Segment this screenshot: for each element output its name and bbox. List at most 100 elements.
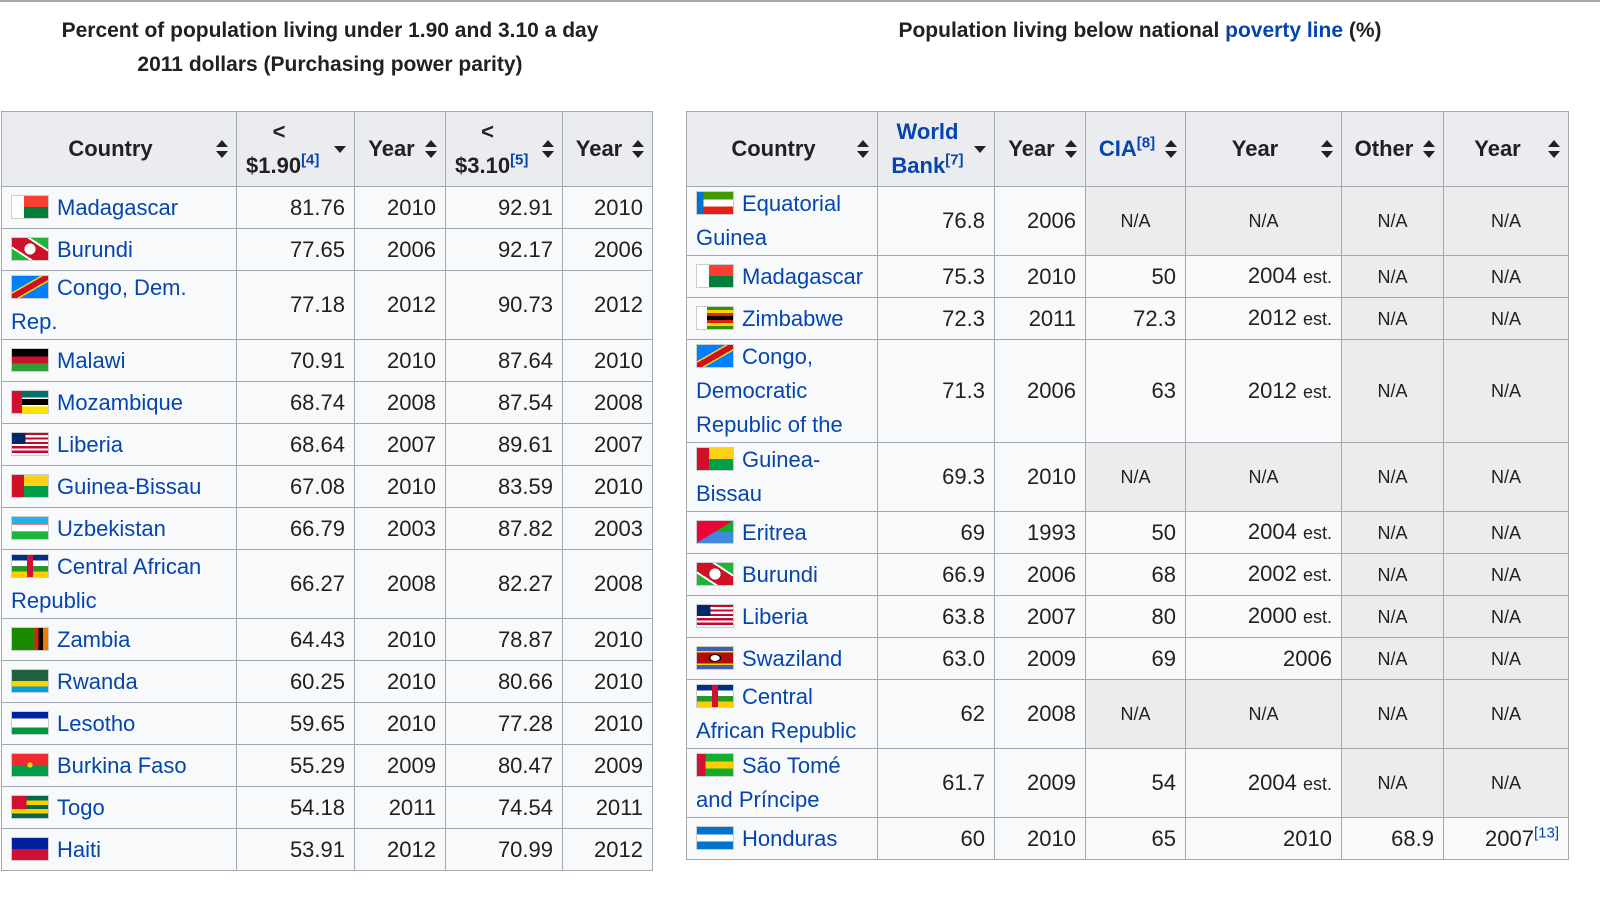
col-world-bank-header[interactable]: World Bank[7]: [877, 111, 995, 187]
ref-7-link[interactable]: [7]: [945, 152, 963, 169]
country-cell: Congo, Democratic Republic of the: [686, 339, 878, 443]
country-link[interactable]: Togo: [57, 795, 105, 820]
table-row: Haiti 53.91 2012 70.99 2012: [1, 828, 653, 871]
col-year2-header[interactable]: Year: [1185, 111, 1342, 187]
under-310-value: 92.91: [445, 186, 563, 229]
country-link[interactable]: Lesotho: [57, 711, 135, 736]
country-link[interactable]: Burundi: [742, 562, 818, 587]
country-link[interactable]: Zambia: [57, 627, 130, 652]
col-country-header[interactable]: Country: [686, 111, 878, 187]
sort-icon[interactable]: [632, 140, 644, 158]
ref-link[interactable]: [13]: [1534, 824, 1559, 841]
haiti-flag-icon: [11, 836, 49, 861]
col-year3-header[interactable]: Year: [1443, 111, 1569, 187]
year-value: 2010: [354, 660, 446, 703]
central-african-republic-flag-icon: [696, 684, 734, 708]
country-cell: Uzbekistan: [1, 507, 237, 550]
lesotho-flag-icon: [11, 710, 49, 735]
table-row: Burundi 66.9 2006 68 2002 est. N/A N/A: [686, 553, 1569, 596]
country-link[interactable]: Rwanda: [57, 669, 138, 694]
sort-icon[interactable]: [1165, 140, 1177, 158]
world-bank-value: 69: [877, 511, 995, 554]
other-year-value: N/A: [1443, 297, 1569, 340]
cia-link[interactable]: CIA: [1099, 136, 1137, 161]
country-link[interactable]: Burundi: [57, 237, 133, 262]
cia-value: 69: [1085, 637, 1186, 680]
country-link[interactable]: Mozambique: [57, 390, 183, 415]
cia-value: N/A: [1085, 442, 1186, 512]
col-under-190-header[interactable]: < $1.90[4]: [236, 111, 355, 187]
col-year1-header[interactable]: Year: [994, 111, 1086, 187]
world-bank-link[interactable]: World: [897, 119, 959, 144]
guinea-bissau-flag-icon: [696, 447, 734, 471]
year-value: 2006: [994, 553, 1086, 596]
country-cell: Haiti: [1, 828, 237, 871]
col-country-header[interactable]: Country: [1, 111, 237, 187]
year-value: 2007: [354, 423, 446, 466]
country-link[interactable]: Liberia: [57, 432, 123, 457]
country-link[interactable]: Burkina Faso: [57, 753, 187, 778]
world-bank-link-2[interactable]: Bank: [891, 153, 945, 178]
country-link[interactable]: Eritrea: [742, 520, 807, 545]
year-value: 2008: [994, 679, 1086, 749]
ref-5-link[interactable]: [5]: [510, 152, 528, 169]
sort-icon[interactable]: [1065, 140, 1077, 158]
col-other-header[interactable]: Other: [1341, 111, 1444, 187]
table-row: Equatorial Guinea 76.8 2006 N/A N/A N/A N/A: [686, 186, 1569, 256]
country-link[interactable]: Guinea-Bissau: [57, 474, 201, 499]
year-value: 2009: [994, 637, 1086, 680]
country-link[interactable]: Liberia: [742, 604, 808, 629]
country-link[interactable]: Malawi: [57, 348, 125, 373]
ref-8-link[interactable]: [8]: [1137, 135, 1155, 152]
poverty-line-link[interactable]: poverty line: [1225, 19, 1343, 42]
cia-year: 2006: [1283, 645, 1332, 671]
togo-flag-icon: [11, 794, 49, 819]
country-link[interactable]: Haiti: [57, 837, 101, 862]
burundi-flag-icon: [696, 561, 734, 586]
other-value: N/A: [1341, 339, 1444, 443]
country-link[interactable]: Uzbekistan: [57, 516, 166, 541]
table-row: Zimbabwe 72.3 2011 72.3 2012 est. N/A N/A: [686, 297, 1569, 340]
col-year1-header[interactable]: Year: [354, 111, 446, 187]
right-table-caption: Population living below national poverty…: [700, 14, 1580, 48]
sort-icon[interactable]: [1423, 140, 1435, 158]
country-cell: Zambia: [1, 618, 237, 661]
other-value: N/A: [1341, 186, 1444, 256]
left-table-caption: Percent of population living under 1.90 …: [0, 14, 660, 82]
sort-icon[interactable]: [425, 140, 437, 158]
estimate-label: est.: [1302, 267, 1332, 287]
sort-icon[interactable]: [542, 140, 554, 158]
world-bank-value: 60: [877, 817, 995, 860]
madagascar-flag-icon: [11, 194, 49, 219]
cia-value: 72.3: [1085, 297, 1186, 340]
col-year2-header[interactable]: Year: [562, 111, 653, 187]
sort-icon[interactable]: [1548, 140, 1560, 158]
year-value: 2007: [994, 595, 1086, 638]
under-190-value: 77.18: [236, 270, 355, 340]
col-cia-header[interactable]: CIA[8]: [1085, 111, 1186, 187]
table-row: Honduras 60 2010 65 2010 68.9 2007[13]: [686, 817, 1569, 860]
cia-year-value: 2012 est.: [1185, 339, 1342, 443]
cia-value: 50: [1085, 255, 1186, 298]
sort-icon[interactable]: [216, 140, 228, 158]
country-link[interactable]: Honduras: [742, 826, 837, 851]
country-link[interactable]: Swaziland: [742, 646, 842, 671]
country-link[interactable]: Madagascar: [742, 264, 863, 289]
cia-year: 2000: [1247, 603, 1297, 628]
year-value: 2010: [354, 186, 446, 229]
other-value: N/A: [1341, 511, 1444, 554]
country-cell: Rwanda: [1, 660, 237, 703]
under-190-value: 53.91: [236, 828, 355, 871]
other-year: 2007: [1485, 825, 1534, 851]
year-value: 2006: [994, 339, 1086, 443]
country-cell: São Tomé and Príncipe: [686, 748, 878, 818]
estimate-label: est.: [1302, 565, 1332, 585]
country-link[interactable]: Zimbabwe: [742, 306, 843, 331]
sort-desc-icon[interactable]: [334, 140, 346, 158]
sort-icon[interactable]: [1321, 140, 1333, 158]
ref-4-link[interactable]: [4]: [301, 152, 319, 169]
sort-icon[interactable]: [857, 140, 869, 158]
col-under-310-header[interactable]: < $3.10[5]: [445, 111, 563, 187]
country-link[interactable]: Madagascar: [57, 195, 178, 220]
sort-desc-icon[interactable]: [974, 140, 986, 158]
